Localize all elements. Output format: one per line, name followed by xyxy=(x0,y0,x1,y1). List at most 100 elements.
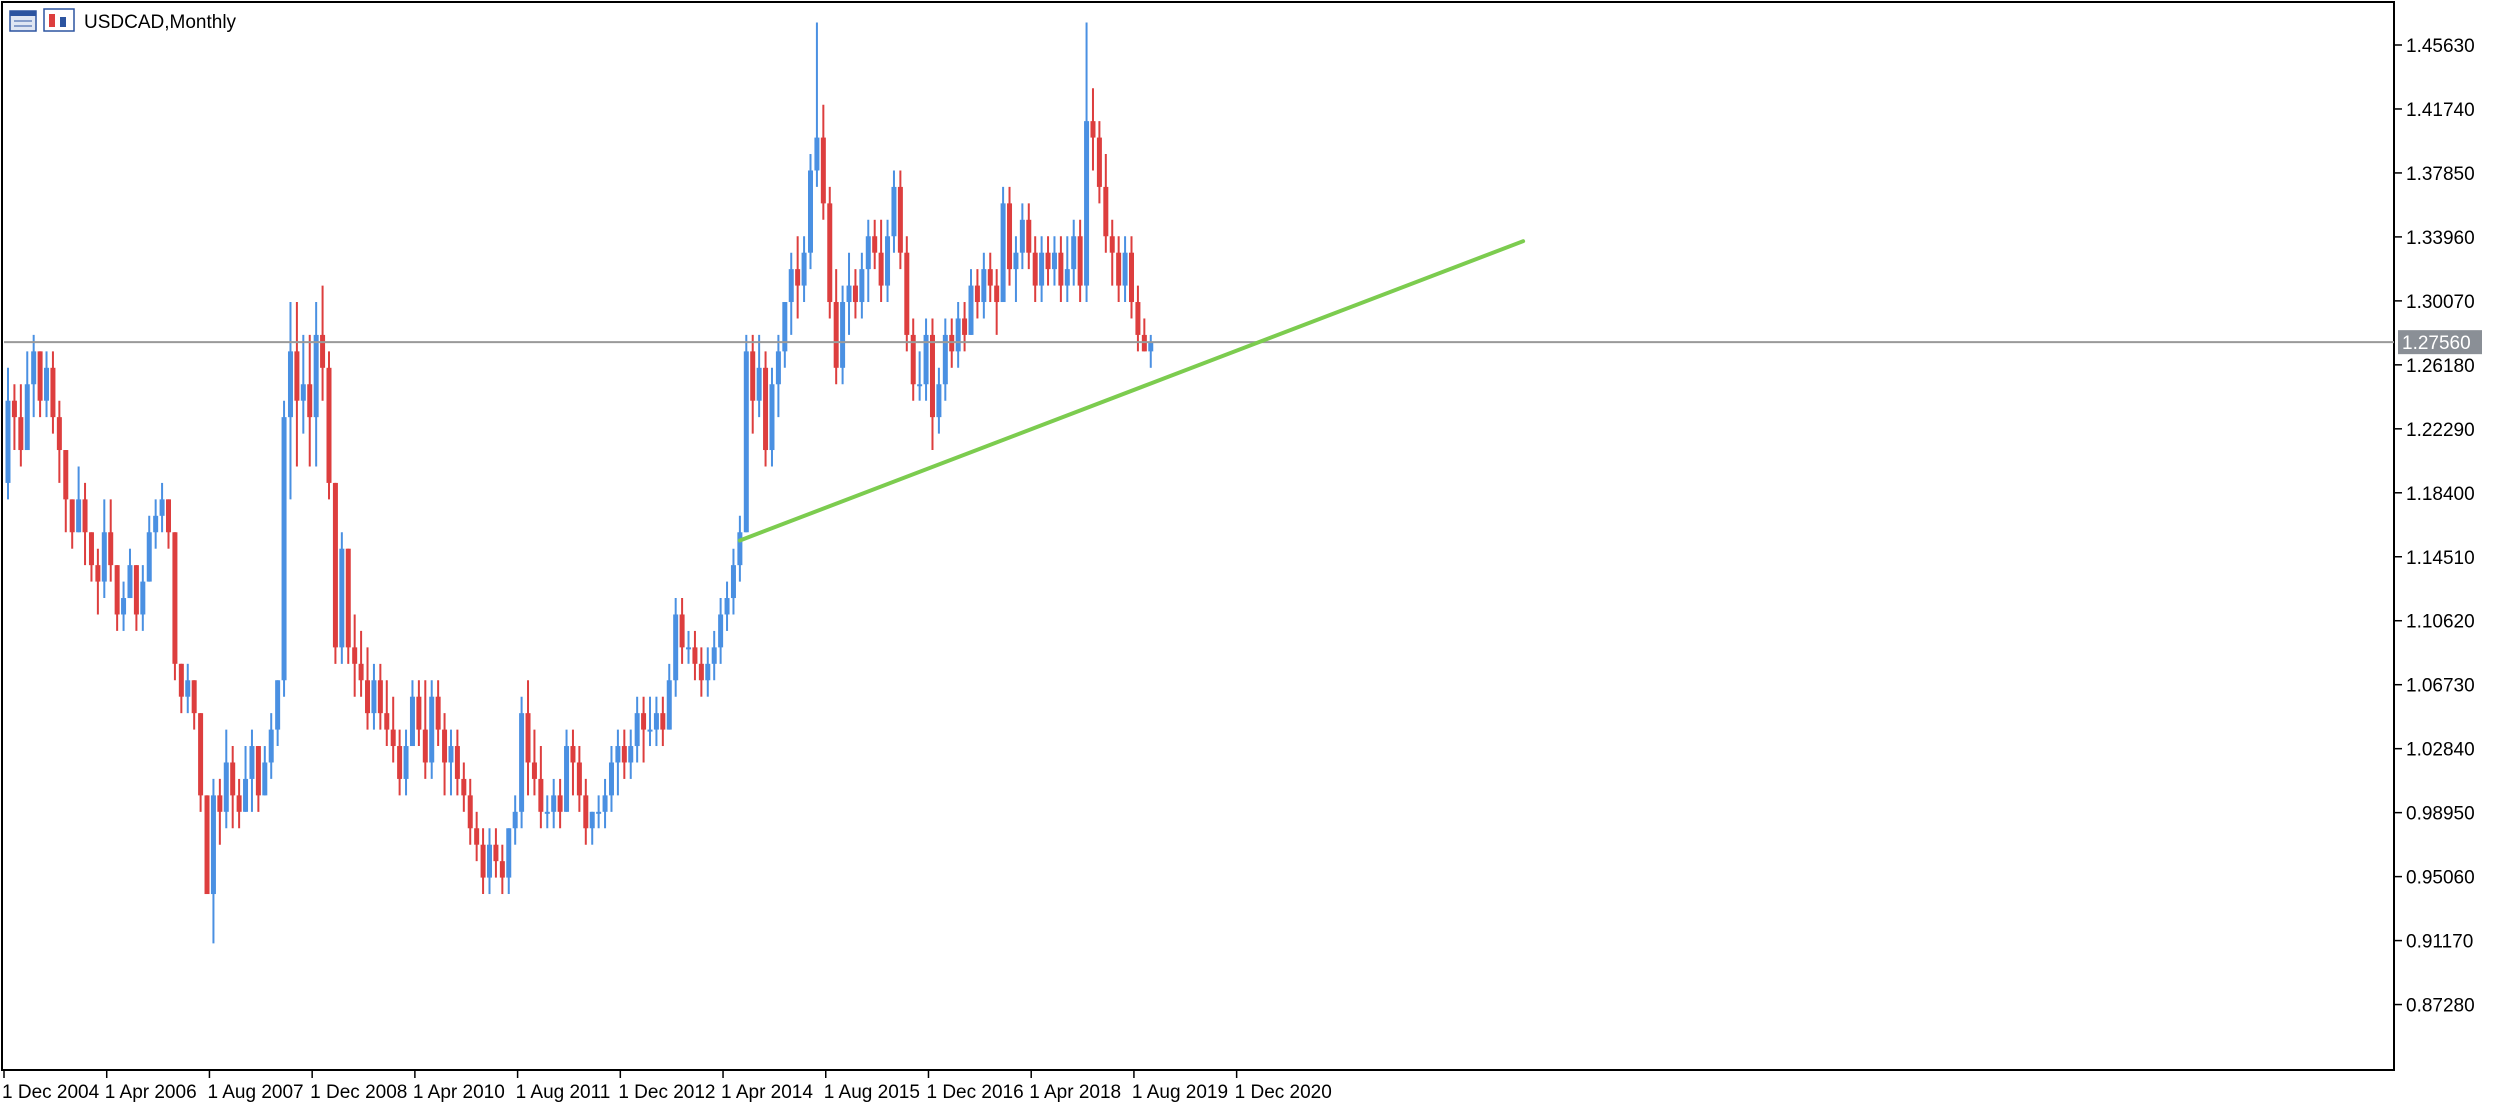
candle-body xyxy=(178,663,184,697)
candle-body xyxy=(1064,269,1070,286)
candle-body xyxy=(448,746,454,763)
candle-body xyxy=(570,746,576,763)
x-tick-label: 1 Aug 2015 xyxy=(824,1082,920,1103)
candle-body xyxy=(1026,219,1032,253)
candle-body xyxy=(198,713,204,796)
candle-body xyxy=(185,680,191,697)
candle-body xyxy=(506,828,512,878)
candle-body xyxy=(326,367,332,483)
candle-body xyxy=(37,351,43,401)
candle-body xyxy=(480,844,486,878)
candle-body xyxy=(814,137,820,171)
candle-body xyxy=(146,532,152,582)
y-tick-label: 1.02840 xyxy=(2406,740,2475,761)
candlestick-chart[interactable]: USDCAD,Monthly 1.45630 1.41740 1.37850 1.33… xyxy=(0,0,2502,1118)
candle-body xyxy=(679,614,685,648)
candle-body xyxy=(461,778,467,796)
candle-body xyxy=(300,384,306,401)
candle-body xyxy=(968,285,974,335)
candle-body xyxy=(641,713,647,730)
x-tick-label: 1 Dec 2012 xyxy=(618,1082,715,1103)
candle-body xyxy=(416,696,422,730)
candle-body xyxy=(371,680,377,714)
candle-body xyxy=(82,499,88,533)
candle-body xyxy=(852,285,858,303)
candle-body xyxy=(750,351,756,401)
candle-body xyxy=(243,778,249,812)
candle-body xyxy=(615,746,621,763)
candle-body xyxy=(1122,252,1128,286)
candle-body xyxy=(512,811,518,829)
candle-body xyxy=(589,811,595,829)
x-tick-label: 1 Dec 2020 xyxy=(1235,1082,1332,1103)
y-tick-label: 1.18400 xyxy=(2406,484,2475,505)
candle-body xyxy=(403,746,409,779)
candle-body xyxy=(1084,121,1090,286)
candle-body xyxy=(686,647,692,650)
y-tick-label: 1.14510 xyxy=(2406,548,2475,569)
candle-body xyxy=(365,680,371,714)
candle-body xyxy=(743,351,749,533)
candle-body xyxy=(1116,252,1122,286)
candle-body xyxy=(275,680,281,730)
candle-body xyxy=(1058,252,1064,286)
candle-body xyxy=(692,647,698,664)
candle-body xyxy=(230,762,236,796)
x-tick-label: 1 Apr 2014 xyxy=(721,1082,813,1103)
candle-body xyxy=(885,236,891,286)
candle-body xyxy=(653,713,659,730)
x-tick-label: 1 Apr 2006 xyxy=(105,1082,197,1103)
candle-body xyxy=(936,384,942,418)
x-tick-label: 1 Dec 2016 xyxy=(926,1082,1023,1103)
candle-body xyxy=(737,532,743,566)
candle-body xyxy=(1045,252,1051,270)
candle-body xyxy=(50,367,56,418)
candle-body xyxy=(191,680,197,714)
candle-body xyxy=(127,565,133,599)
candle-body xyxy=(429,696,435,763)
y-tick-label: 1.41740 xyxy=(2406,100,2475,121)
candle-body xyxy=(499,861,505,878)
candle-body xyxy=(210,795,216,895)
candle-body xyxy=(377,680,383,714)
candle-body xyxy=(544,811,550,814)
candle-body xyxy=(268,729,274,763)
candle-body xyxy=(467,795,473,829)
candle-body xyxy=(795,269,801,286)
candle-body xyxy=(1039,252,1045,286)
candle-body xyxy=(1103,186,1109,237)
candle-body xyxy=(262,762,268,796)
candle-body xyxy=(878,252,884,286)
candle-body xyxy=(313,334,319,418)
candle-body xyxy=(1071,236,1077,270)
candle-body xyxy=(223,762,229,812)
candle-body xyxy=(166,499,171,533)
x-tick-label: 1 Aug 2007 xyxy=(207,1082,303,1103)
candle-body xyxy=(332,482,338,648)
x-tick-label: 1 Aug 2019 xyxy=(1132,1082,1228,1103)
candle-body xyxy=(519,713,525,812)
candle-body xyxy=(397,746,403,779)
y-tick-label: 0.91170 xyxy=(2406,932,2473,953)
price-axis[interactable]: 1.45630 1.41740 1.37850 1.33960 1.30070 1.261… xyxy=(2394,36,2475,1017)
y-tick-label: 0.87280 xyxy=(2406,996,2475,1017)
candle-body xyxy=(345,548,351,648)
candle-body xyxy=(564,746,570,812)
candle-body xyxy=(281,417,287,681)
candle-body xyxy=(576,762,582,796)
candle-body xyxy=(647,729,653,732)
candle-body xyxy=(133,565,139,615)
candle-body xyxy=(442,729,448,763)
candle-body xyxy=(121,598,127,615)
candle-body xyxy=(159,499,165,516)
candle-body xyxy=(628,746,634,763)
candle-body xyxy=(763,367,769,451)
y-tick-label: 1.30070 xyxy=(2406,292,2475,313)
candle-body xyxy=(525,713,531,763)
candle-body xyxy=(583,795,589,829)
time-axis[interactable]: 1 Dec 2004 1 Apr 2006 1 Aug 2007 1 Dec 2008… xyxy=(2,1070,1332,1103)
candle-body xyxy=(1090,121,1096,138)
candle-body xyxy=(756,367,762,401)
plot-area[interactable] xyxy=(1,1,2395,1071)
x-tick-label: 1 Dec 2004 xyxy=(2,1082,100,1103)
